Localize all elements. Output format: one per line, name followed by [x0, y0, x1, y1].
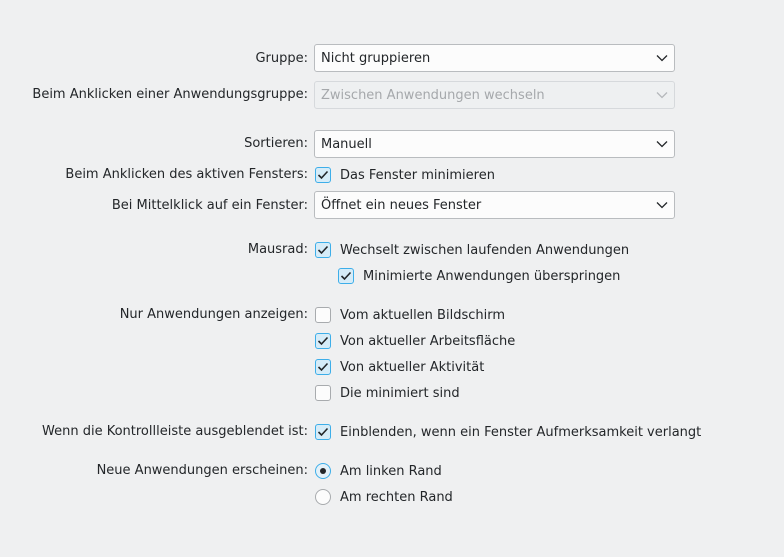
checkbox-checked-icon — [315, 333, 331, 349]
middle-click-label: Bei Mittelklick auf ein Fenster: — [111, 198, 308, 213]
checkbox-checked-icon — [315, 424, 331, 440]
filter-minimized-text: Die minimiert sind — [340, 385, 460, 401]
minimize-window-text: Das Fenster minimieren — [340, 167, 495, 183]
filter-minimized-checkbox[interactable]: Die minimiert sind — [315, 385, 460, 401]
filter-current-screen-text: Vom aktuellen Bildschirm — [340, 307, 506, 323]
group-click-value: Zwischen Anwendungen wechseln — [321, 87, 545, 103]
chevron-down-icon — [650, 45, 674, 71]
sorting-value: Manuell — [321, 136, 372, 152]
mouse-wheel-label: Mausrad: — [247, 242, 308, 257]
group-click-combobox[interactable]: Zwischen Anwendungen wechseln — [314, 81, 675, 109]
new-apps-left-radio[interactable]: Am linken Rand — [315, 463, 442, 479]
filter-label: Nur Anwendungen anzeigen: — [119, 307, 308, 322]
checkbox-checked-icon — [338, 268, 354, 284]
unhide-on-attention-checkbox[interactable]: Einblenden, wenn ein Fenster Aufmerksamk… — [315, 424, 701, 440]
skip-minimized-checkbox[interactable]: Minimierte Anwendungen überspringen — [338, 268, 620, 284]
skip-minimized-text: Minimierte Anwendungen überspringen — [363, 268, 621, 284]
group-click-label: Beim Anklicken einer Anwendungsgruppe: — [32, 87, 308, 102]
middle-click-combobox[interactable]: Öffnet ein neues Fenster — [314, 191, 675, 219]
grouping-value: Nicht gruppieren — [321, 50, 431, 66]
new-apps-right-text: Am rechten Rand — [340, 489, 453, 505]
unhide-on-attention-text: Einblenden, wenn ein Fenster Aufmerksamk… — [340, 424, 702, 440]
new-apps-right-radio[interactable]: Am rechten Rand — [315, 489, 453, 505]
filter-current-activity-text: Von aktueller Aktivität — [340, 359, 485, 375]
minimize-window-checkbox[interactable]: Das Fenster minimieren — [315, 167, 495, 183]
wheel-cycle-checkbox[interactable]: Wechselt zwischen laufenden Anwendungen — [315, 242, 629, 258]
sorting-label: Sortieren: — [244, 136, 308, 151]
checkbox-unchecked-icon — [315, 307, 331, 323]
filter-current-desktop-text: Von aktueller Arbeitsfläche — [340, 333, 516, 349]
radio-selected-icon — [315, 463, 331, 479]
hidden-panel-label: Wenn die Kontrollleiste ausgeblendet ist… — [42, 424, 308, 439]
checkbox-checked-icon — [315, 242, 331, 258]
active-window-click-label: Beim Anklicken des aktiven Fensters: — [65, 167, 308, 182]
middle-click-value: Öffnet ein neues Fenster — [321, 197, 482, 213]
radio-unselected-icon — [315, 489, 331, 505]
grouping-combobox[interactable]: Nicht gruppieren — [314, 44, 675, 72]
checkbox-checked-icon — [315, 167, 331, 183]
checkbox-checked-icon — [315, 359, 331, 375]
new-apps-left-text: Am linken Rand — [340, 463, 442, 479]
filter-current-desktop-checkbox[interactable]: Von aktueller Arbeitsfläche — [315, 333, 515, 349]
grouping-label: Gruppe: — [255, 51, 308, 66]
checkbox-unchecked-icon — [315, 385, 331, 401]
chevron-down-icon — [650, 82, 674, 108]
sorting-combobox[interactable]: Manuell — [314, 130, 675, 158]
filter-current-screen-checkbox[interactable]: Vom aktuellen Bildschirm — [315, 307, 505, 323]
chevron-down-icon — [650, 131, 674, 157]
chevron-down-icon — [650, 192, 674, 218]
wheel-cycle-text: Wechselt zwischen laufenden Anwendungen — [340, 242, 630, 258]
new-apps-label: Neue Anwendungen erscheinen: — [96, 463, 308, 478]
filter-current-activity-checkbox[interactable]: Von aktueller Aktivität — [315, 359, 484, 375]
